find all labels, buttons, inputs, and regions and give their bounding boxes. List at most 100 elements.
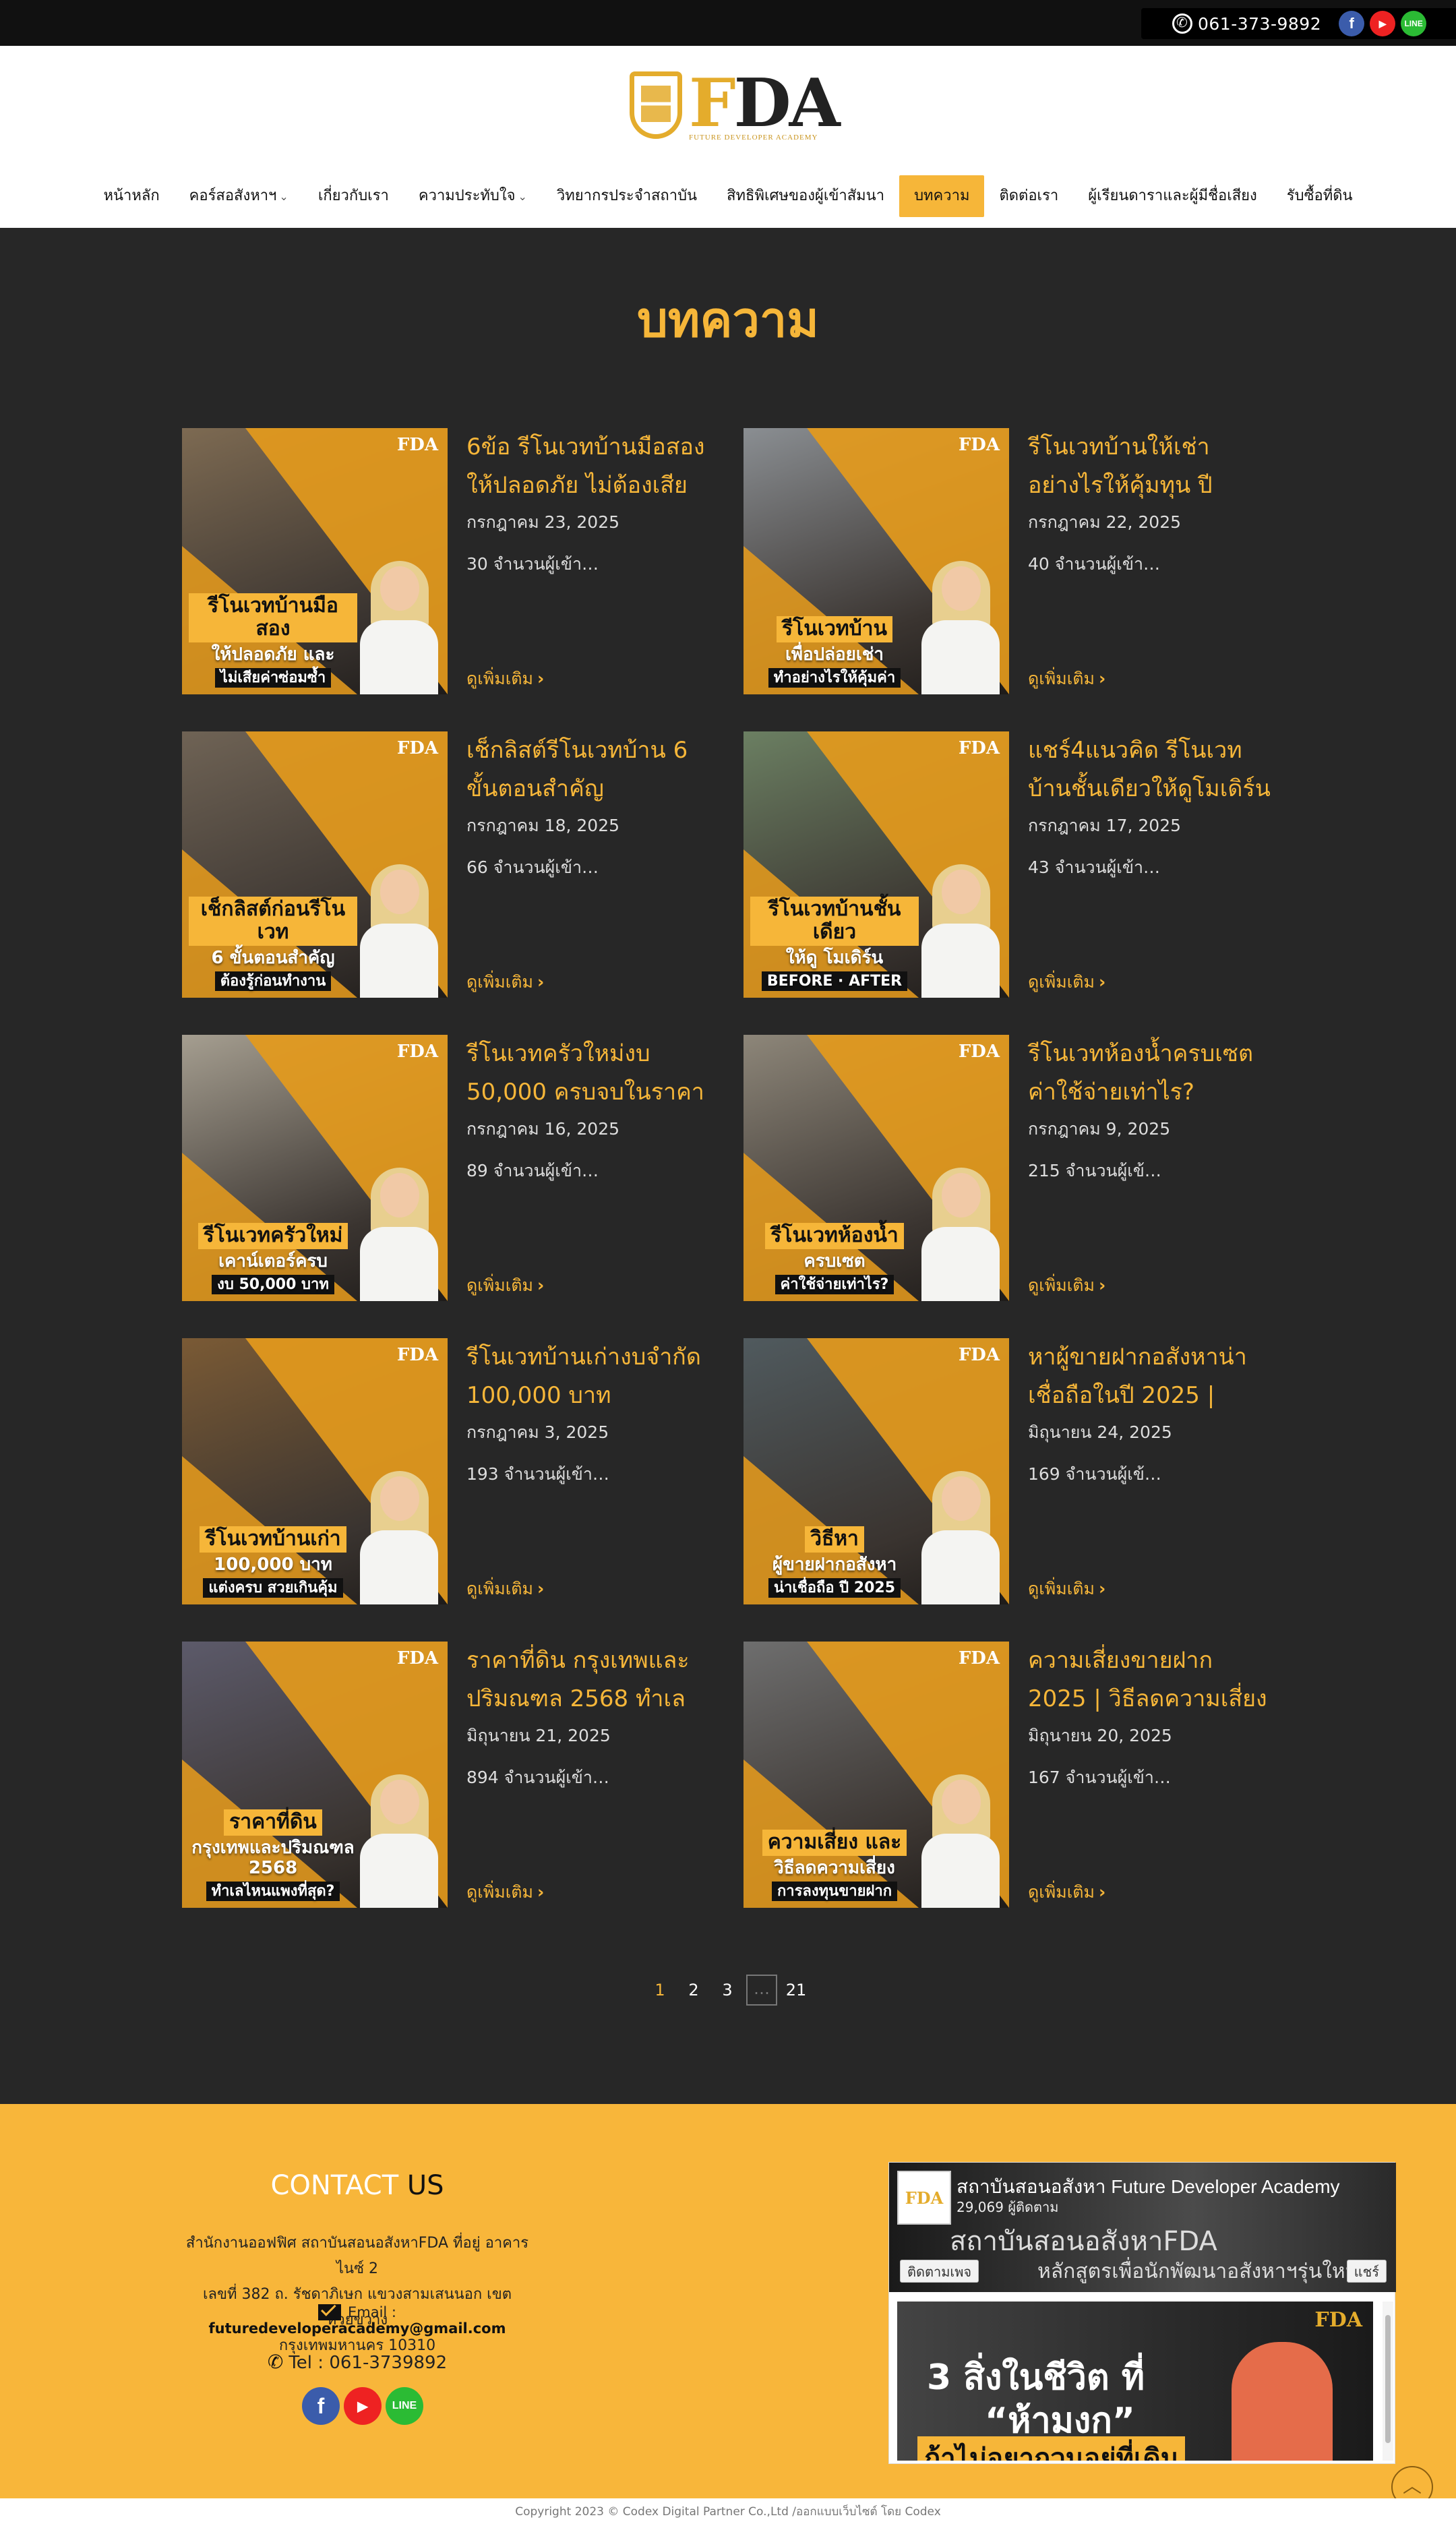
article-date: มิถุนายน 21, 2025: [466, 1726, 611, 1745]
page-current: 1: [655, 1981, 665, 1999]
article-title[interactable]: หาผู้ขายฝากอสังหาน่าเชื่อถือในปี 2025 |: [1028, 1338, 1278, 1415]
thumbnail-caption-1: รีโนเวทบ้าน: [776, 616, 892, 642]
site-logo[interactable]: FDA FUTURE DEVELOPER ACADEMY: [627, 70, 841, 146]
article-title[interactable]: รีโนเวทครัวใหม่งบ 50,000 ครบจบในราคา: [466, 1035, 717, 1112]
thumbnail-caption-1: รีโนเวทบ้านเก่า: [200, 1526, 346, 1553]
chevron-right-icon: ›: [537, 972, 545, 992]
article-thumbnail[interactable]: FDA รีโนเวทบ้านเก่า 100,000 บาท แต่งครบ …: [182, 1338, 448, 1604]
chevron-right-icon: ›: [537, 1579, 545, 1598]
article-title[interactable]: รีโนเวทบ้านเก่างบจำกัด 100,000 บาท: [466, 1338, 717, 1415]
article-title[interactable]: ความเสี่ยงขายฝาก 2025 | วิธีลดความเสี่ยง: [1028, 1642, 1278, 1718]
line-icon[interactable]: LINE: [1401, 11, 1427, 36]
youtube-icon[interactable]: ▶: [344, 2387, 382, 2425]
thumbnail-caption-3: น่าเชื่อถือ ปี 2025: [768, 1577, 901, 1598]
article-thumbnail[interactable]: FDA รีโนเวทบ้าน เพื่อปล่อยเช่า ทำอย่างไร…: [744, 428, 1009, 694]
article-thumbnail[interactable]: FDA รีโนเวทครัวใหม่ เคาน์เตอร์ครบ งบ 50,…: [182, 1035, 448, 1301]
nav-item-0[interactable]: หน้าหลัก: [88, 175, 174, 217]
contact-title: CONTACT US: [270, 2170, 444, 2201]
facebook-icon[interactable]: f: [302, 2387, 340, 2425]
article-thumbnail[interactable]: FDA รีโนเวทบ้านชั้นเดียว ให้ดู โมเดิร์น …: [744, 731, 1009, 998]
line-icon[interactable]: LINE: [386, 2387, 423, 2425]
nav-item-label: วิทยากรประจำสถาบัน: [556, 187, 698, 204]
read-more-link[interactable]: ดูเพิ่มเติม ›: [466, 665, 544, 692]
fb-share-button[interactable]: แชร์: [1346, 2260, 1387, 2283]
nav-item-label: หน้าหลัก: [103, 187, 160, 204]
article-card: FDA รีโนเวทครัวใหม่ เคาน์เตอร์ครบ งบ 50,…: [182, 1035, 717, 1301]
fb-page-avatar[interactable]: FDA: [897, 2171, 951, 2225]
page-link-3[interactable]: 3: [712, 1975, 742, 2005]
read-more-link[interactable]: ดูเพิ่มเติม ›: [466, 1575, 544, 1602]
article-title[interactable]: 6ข้อ รีโนเวทบ้านมือสอง ให้ปลอดภัย ไม่ต้อ…: [466, 428, 717, 505]
article-thumbnail[interactable]: FDA รีโนเวทห้องน้ำ ครบเซต ค่าใช้จ่ายเท่า…: [744, 1035, 1009, 1301]
youtube-icon[interactable]: ▶: [1370, 11, 1396, 36]
article-info: รีโนเวทห้องน้ำครบเซต ค่าใช้จ่ายเท่าไร? ก…: [1028, 1035, 1278, 1301]
article-title[interactable]: ราคาที่ดิน กรุงเทพและปริมณฑล 2568 ทำเล: [466, 1642, 717, 1718]
nav-item-5[interactable]: สิทธิพิเศษของผู้เข้าสัมนา: [712, 175, 899, 217]
facebook-page-widget: FDA สถาบันสอนอสังหา Future Developer Aca…: [888, 2162, 1396, 2464]
nav-item-9[interactable]: รับซื้อที่ดิน: [1272, 175, 1368, 217]
nav-item-2[interactable]: เกี่ยวกับเรา: [303, 175, 404, 217]
fb-follow-button[interactable]: ติดตามเพจ: [900, 2260, 979, 2283]
fb-scrollbar[interactable]: [1383, 2302, 1393, 2461]
fb-post-logo: FDA: [1314, 2308, 1362, 2332]
thumbnail-caption: ความเสี่ยง และ วิธีลดความเสี่ยง การลงทุน…: [750, 1830, 919, 1901]
copyright-bar: Copyright 2023 © Codex Digital Partner C…: [0, 2498, 1456, 2526]
article-card: FDA รีโนเวทบ้าน เพื่อปล่อยเช่า ทำอย่างไร…: [744, 428, 1278, 694]
article-title[interactable]: แชร์4แนวคิด รีโนเวทบ้านชั้นเดียวให้ดูโมเ…: [1028, 731, 1278, 808]
facebook-icon[interactable]: f: [1339, 11, 1365, 36]
read-more-link[interactable]: ดูเพิ่มเติม ›: [1028, 969, 1105, 996]
read-more-link[interactable]: ดูเพิ่มเติม ›: [466, 1272, 544, 1299]
nav-item-3[interactable]: ความประทับใจ ⌄: [404, 175, 542, 217]
phone-icon: ✆: [267, 2351, 284, 2373]
article-thumbnail[interactable]: FDA รีโนเวทบ้านมือสอง ให้ปลอดภัย และ ไม่…: [182, 428, 448, 694]
fb-post-image[interactable]: FDA 3 สิ่งในชีวิต ที่ “ห้ามงก” ถ้าไม่อยา…: [897, 2302, 1373, 2461]
fb-cover: FDA สถาบันสอนอสังหา Future Developer Aca…: [889, 2163, 1396, 2292]
contact-phone[interactable]: ✆ Tel : 061-3739892: [182, 2351, 533, 2373]
email-link[interactable]: futuredeveloperacademy@gmail.com: [209, 2320, 506, 2337]
article-title[interactable]: รีโนเวทห้องน้ำครบเซต ค่าใช้จ่ายเท่าไร?: [1028, 1035, 1278, 1112]
article-title[interactable]: เช็กลิสต์รีโนเวทบ้าน 6 ขั้นตอนสำคัญ: [466, 731, 717, 808]
read-more-link[interactable]: ดูเพิ่มเติม ›: [1028, 1879, 1105, 1906]
thumbnail-logo: FDA: [958, 1648, 1000, 1668]
article-card: FDA รีโนเวทบ้านมือสอง ให้ปลอดภัย และ ไม่…: [182, 428, 717, 694]
thumbnail-caption-2: ให้ดู โมเดิร์น: [785, 947, 884, 968]
read-more-link[interactable]: ดูเพิ่มเติม ›: [1028, 665, 1105, 692]
logo-wordmark: FDA: [689, 65, 841, 142]
thumbnail-logo: FDA: [958, 738, 1000, 758]
thumbnail-caption-1: รีโนเวทครัวใหม่: [198, 1223, 348, 1249]
thumbnail-caption-1: รีโนเวทบ้านชั้นเดียว: [750, 896, 919, 946]
article-info: หาผู้ขายฝากอสังหาน่าเชื่อถือในปี 2025 | …: [1028, 1338, 1278, 1604]
nav-item-8[interactable]: ผู้เรียนดาราและผู้มีชื่อเสียง: [1073, 175, 1272, 217]
article-thumbnail[interactable]: FDA เช็กลิสต์ก่อนรีโนเวท 6 ขั้นตอนสำคัญ …: [182, 731, 448, 998]
article-thumbnail[interactable]: FDA วิธีหา ผู้ขายฝากอสังหา น่าเชื่อถือ ป…: [744, 1338, 1009, 1604]
thumbnail-caption-3: BEFORE · AFTER: [761, 971, 908, 991]
article-views: 43 จำนวนผู้เข้า…: [1028, 858, 1160, 877]
nav-item-6[interactable]: บทความ: [899, 175, 985, 217]
page-link-2[interactable]: 2: [679, 1975, 708, 2005]
article-info: รีโนเวทบ้านเก่างบจำกัด 100,000 บาท กรกฎา…: [466, 1338, 717, 1604]
presenter-figure: [919, 864, 1000, 998]
nav-item-7[interactable]: ติดต่อเรา: [984, 175, 1073, 217]
thumbnail-caption-1: ราคาที่ดิน: [224, 1809, 322, 1836]
article-thumbnail[interactable]: FDA ความเสี่ยง และ วิธีลดความเสี่ยง การล…: [744, 1642, 1009, 1908]
thumbnail-caption-2: ให้ปลอดภัย และ: [211, 644, 335, 665]
read-more-link[interactable]: ดูเพิ่มเติม ›: [466, 969, 544, 996]
article-title[interactable]: รีโนเวทบ้านให้เช่า อย่างไรให้คุ้มทุน ปี: [1028, 428, 1278, 505]
thumbnail-caption-1: เช็กลิสต์ก่อนรีโนเวท: [189, 896, 357, 946]
chevron-right-icon: ›: [537, 1275, 545, 1295]
topbar-phone[interactable]: 061-373-9892: [1198, 14, 1321, 34]
chevron-right-icon: ›: [1099, 1579, 1106, 1598]
nav-item-1[interactable]: คอร์สอสังหาฯ ⌄: [175, 175, 303, 217]
article-thumbnail[interactable]: FDA ราคาที่ดิน กรุงเทพและปริมณฑล 2568 ทำ…: [182, 1642, 448, 1908]
read-more-label: ดูเพิ่มเติม: [1028, 1882, 1095, 1902]
read-more-link[interactable]: ดูเพิ่มเติม ›: [1028, 1272, 1105, 1299]
chevron-right-icon: ›: [1099, 669, 1106, 688]
page-link-last[interactable]: 21: [781, 1975, 811, 2005]
read-more-link[interactable]: ดูเพิ่มเติม ›: [1028, 1575, 1105, 1602]
article-date: กรกฎาคม 23, 2025: [466, 512, 620, 532]
nav-item-4[interactable]: วิทยากรประจำสถาบัน: [542, 175, 712, 217]
thumbnail-caption-2: เพื่อปล่อยเช่า: [785, 644, 884, 665]
read-more-label: ดูเพิ่มเติม: [1028, 669, 1095, 688]
thumbnail-caption-2: 100,000 บาท: [214, 1554, 332, 1575]
read-more-link[interactable]: ดูเพิ่มเติม ›: [466, 1879, 544, 1906]
